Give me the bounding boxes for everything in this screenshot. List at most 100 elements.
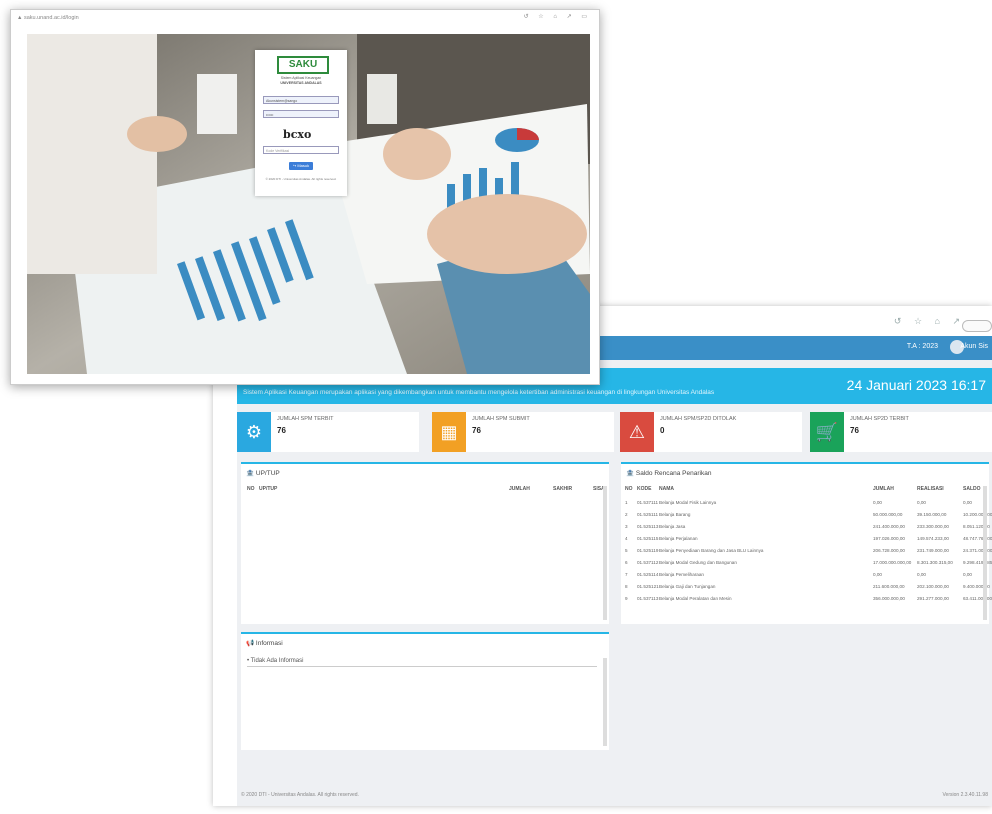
login-button-label: Masuk (297, 163, 310, 168)
bank-icon: 🏦 (626, 470, 635, 477)
table-cell: 01.525119 (637, 548, 659, 553)
table-cell: 0,00 (963, 572, 972, 577)
table-cell: 01.525115 (637, 536, 659, 541)
table-cell: Belanja Modal Peralatan dan Mesin (659, 596, 732, 601)
table-row[interactable]: 1 01.537111 Belanja Modal Fisik Lainnya 0,0… (621, 500, 989, 508)
saku-logo: SAKU (277, 56, 329, 74)
browser-profile-button[interactable] (962, 320, 992, 332)
stat-value: 76 (277, 426, 286, 435)
table-cell: 211.600.000,00 (873, 584, 905, 589)
table-cell: Belanja Pemeliharaan (659, 572, 704, 577)
warning-icon: ⚠ (620, 412, 654, 452)
table-cell: Belanja Jasa (659, 524, 686, 529)
panel-title: 🏦 Saldo Rencana Penarikan (626, 469, 711, 477)
table-cell: 0,00 (917, 572, 926, 577)
address-bar[interactable]: ▲ saku.unand.ac.id/login (17, 15, 79, 21)
scrollbar[interactable] (983, 486, 987, 620)
stat-sp2d-terbit[interactable]: 🛒 JUMLAH SP2D TERBIT 76 (810, 412, 992, 452)
stat-spm-terbit[interactable]: ⚙ JUMLAH SPM TERBIT 76 (237, 412, 419, 452)
footer-copyright: © 2020 DTI - Universitas Andalas. All ri… (241, 792, 359, 798)
table-cell: 01.525111 (637, 512, 659, 517)
table-cell: 8.301.300.315,00 (917, 560, 953, 565)
stat-spm-submit[interactable]: ▦ JUMLAH SPM SUBMIT 76 (432, 412, 614, 452)
column-header: JUMLAH (509, 486, 530, 492)
table-cell: 4 (625, 536, 628, 541)
login-window: ▲ saku.unand.ac.id/login ↺ ☆ ⌂ ↗ ▭ SAKU … (10, 9, 600, 385)
user-name[interactable]: Akun Sis (960, 343, 988, 350)
table-cell: 206.728.000,00 (873, 548, 905, 553)
column-header: JUMLAH (873, 486, 894, 492)
username-field[interactable]: Akunsistem@sango (263, 96, 339, 104)
captcha-input[interactable]: Kode Verifikasi (263, 146, 339, 154)
scrollbar[interactable] (603, 486, 607, 620)
table-cell: Belanja Gaji dan Tunjangan (659, 584, 716, 589)
table-cell: Belanja Modal Gedung dan Bangunan (659, 560, 737, 565)
login-button[interactable]: ↪ Masuk (289, 162, 313, 170)
table-cell: 0,00 (963, 500, 972, 505)
table-row[interactable]: 5 01.525119 Belanja Penyediaan Barang dan … (621, 548, 992, 556)
panel-title-text: Informasi (255, 640, 283, 647)
stat-value: 76 (850, 426, 859, 435)
browser-controls[interactable]: ↺ ☆ ⌂ ↗ ▭ (524, 13, 591, 20)
scrollbar[interactable] (603, 658, 607, 746)
table-cell: 10.200.000,00 (963, 512, 992, 517)
table-cell: 291.277.000,00 (917, 596, 949, 601)
table-row[interactable]: 8 01.525121 Belanja Gaji dan Tunjangan 211.… (621, 584, 990, 592)
table-cell: 01.537113 (637, 596, 659, 601)
divider (247, 666, 597, 667)
table-cell: 01.537111 (637, 500, 659, 505)
table-cell: 0,00 (873, 572, 882, 577)
column-header: NO (247, 486, 255, 492)
panel-title-text: Saldo Rencana Penarikan (635, 470, 712, 477)
column-header: NAMA (659, 486, 674, 492)
footer: © 2020 DTI - Universitas Andalas. All ri… (237, 786, 992, 806)
table-cell: Belanja Penyediaan Barang dan Jasa BLU L… (659, 548, 764, 553)
table-cell: 01.525113 (637, 524, 659, 529)
captcha-image: bcxo (283, 128, 312, 141)
cart-icon: 🛒 (810, 412, 844, 452)
fiscal-year-label[interactable]: T.A : 2023 (907, 343, 938, 350)
table-cell: 50.000.000,00 (873, 512, 903, 517)
table-cell: 1 (625, 500, 628, 505)
table-row[interactable]: 9 01.537113 Belanja Modal Peralatan dan Me… (621, 596, 992, 604)
table-cell: 241.400.000,00 (873, 524, 905, 529)
password-field[interactable]: •••••• (263, 110, 339, 118)
column-header: UP/TUP (259, 486, 278, 492)
stat-value: 0 (660, 426, 665, 435)
table-cell: 39.150.000,00 (917, 512, 947, 517)
table-row[interactable]: 4 01.525115 Belanja Perjalanan 197.026.000,… (621, 536, 992, 544)
calendar-icon: ▦ (432, 412, 466, 452)
table-cell: 2 (625, 512, 628, 517)
table-row[interactable]: 2 01.525111 Belanja Barang 50.000.000,00 39.… (621, 512, 992, 520)
table-row[interactable]: 3 01.525113 Belanja Jasa 241.400.000,00 233.… (621, 524, 990, 532)
table-cell: 356.000.000,00 (873, 596, 905, 601)
sidebar (213, 360, 237, 806)
table-row[interactable]: 6 01.537112 Belanja Modal Gedung dan Bangu… (621, 560, 992, 568)
column-header: KODE (637, 486, 652, 492)
table-cell: 197.026.000,00 (873, 536, 905, 541)
table-cell: Belanja Barang (659, 512, 691, 517)
bank-icon: 🏦 (246, 470, 255, 477)
info-item-text: Tidak Ada Informasi (250, 658, 304, 664)
table-cell: Belanja Perjalanan (659, 536, 698, 541)
table-cell: 0,00 (873, 500, 882, 505)
login-copyright: © 2020 DTI - Universitas Andalas. All ri… (265, 177, 337, 181)
stat-label: JUMLAH SPM/SP2D DITOLAK (660, 416, 737, 422)
table-cell: Belanja Modal Fisik Lainnya (659, 500, 717, 505)
column-header: REALISASI (917, 486, 944, 492)
up-tup-panel: 🏦 UP/TUP NO UP/TUP JUMLAH SAKHIR SISA (241, 462, 609, 624)
table-cell: 233.300.000,00 (917, 524, 949, 529)
table-row[interactable]: 7 01.525114 Belanja Pemeliharaan 0,00 0,00 0,… (621, 572, 989, 580)
table-cell: 3 (625, 524, 628, 529)
table-cell: 6 (625, 560, 628, 565)
panel-title-text: UP/TUP (255, 470, 280, 477)
panel-title: 📢 Informasi (246, 639, 283, 647)
table-cell: 01.525114 (637, 572, 659, 577)
stat-spm-ditolak[interactable]: ⚠ JUMLAH SPM/SP2D DITOLAK 0 (620, 412, 802, 452)
panel-title: 🏦 UP/TUP (246, 469, 280, 477)
megaphone-icon: 📢 (246, 640, 255, 647)
table-cell: 8 (625, 584, 628, 589)
table-cell: 01.525121 (637, 584, 659, 589)
column-header: SAKHIR (553, 486, 573, 492)
table-cell: 24.371.000,00 (963, 548, 992, 553)
